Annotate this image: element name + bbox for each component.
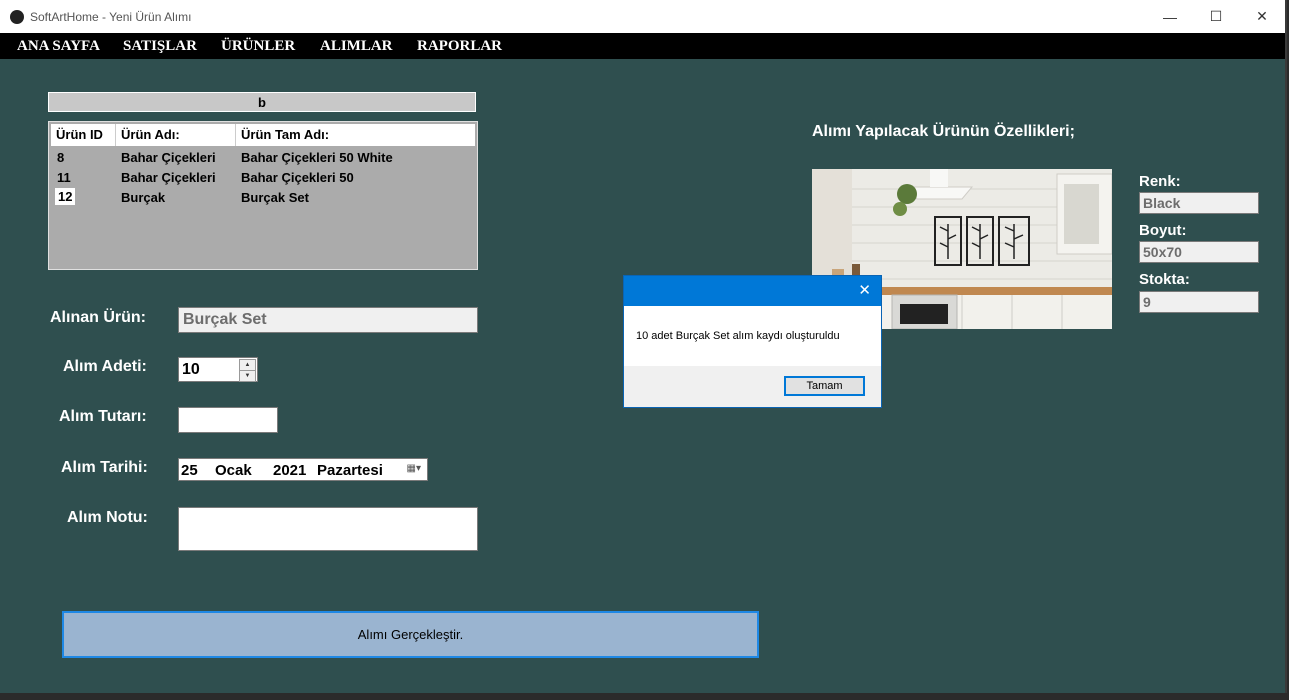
date-month: Ocak xyxy=(215,462,252,479)
product-field[interactable]: Burçak Set xyxy=(178,307,478,333)
date-picker[interactable]: 25 Ocak 2021 Pazartesi ▦▾ xyxy=(178,458,428,481)
cell-id: 11 xyxy=(57,170,71,185)
grid-caption: b xyxy=(48,92,476,112)
message-dialog: ✕ 10 adet Burçak Set alım kaydı oluşturu… xyxy=(623,275,882,408)
product-grid[interactable]: Ürün ID Ürün Adı: Ürün Tam Adı: 8 Bahar … xyxy=(48,121,478,270)
size-label: Boyut: xyxy=(1139,222,1187,239)
menu-satislar[interactable]: SATIŞLAR xyxy=(123,38,197,55)
maximize-button[interactable]: ☐ xyxy=(1193,0,1239,33)
cell-fullname: Bahar Çiçekleri 50 White xyxy=(241,150,393,165)
cell-name: Bahar Çiçekleri xyxy=(121,150,216,165)
table-row[interactable]: 12 Burçak Burçak Set xyxy=(51,188,475,208)
submit-purchase-button[interactable]: Alımı Gerçekleştir. xyxy=(62,611,759,658)
table-row[interactable]: 8 Bahar Çiçekleri Bahar Çiçekleri 50 Whi… xyxy=(51,148,475,168)
close-button[interactable]: ✕ xyxy=(1239,0,1285,33)
date-day: 25 xyxy=(181,462,198,479)
col-header-name[interactable]: Ürün Adı: xyxy=(121,127,180,142)
properties-title: Alımı Yapılacak Ürünün Özellikleri; xyxy=(812,123,1075,140)
dialog-ok-button[interactable]: Tamam xyxy=(784,376,865,396)
date-label: Alım Tarihi: xyxy=(61,459,148,476)
color-field[interactable]: Black xyxy=(1139,192,1259,214)
grid-header: Ürün ID Ürün Adı: Ürün Tam Adı: xyxy=(51,124,475,146)
stock-field[interactable]: 9 xyxy=(1139,291,1259,313)
menu-raporlar[interactable]: RAPORLAR xyxy=(417,38,502,55)
col-header-fullname[interactable]: Ürün Tam Adı: xyxy=(241,127,329,142)
cell-name: Burçak xyxy=(121,190,166,205)
app-logo-icon xyxy=(10,10,24,24)
menu-alimlar[interactable]: ALIMLAR xyxy=(320,38,393,55)
qty-label: Alım Adeti: xyxy=(63,358,147,375)
stock-label: Stokta: xyxy=(1139,271,1190,288)
qty-stepper[interactable]: 10 ▲ ▼ xyxy=(178,357,258,382)
date-weekday: Pazartesi xyxy=(317,462,383,479)
col-header-id[interactable]: Ürün ID xyxy=(56,127,103,142)
amount-input[interactable] xyxy=(178,407,278,433)
date-year: 2021 xyxy=(273,462,307,479)
menu-urunler[interactable]: ÜRÜNLER xyxy=(221,38,295,55)
product-label: Alınan Ürün: xyxy=(50,309,146,326)
window-title: SoftArtHome - Yeni Ürün Alımı xyxy=(30,10,192,24)
amount-label: Alım Tutarı: xyxy=(59,408,147,425)
note-textarea[interactable] xyxy=(178,507,478,551)
cell-fullname: Bahar Çiçekleri 50 xyxy=(241,170,354,185)
cell-id: 8 xyxy=(57,150,65,165)
minimize-button[interactable]: — xyxy=(1147,0,1193,33)
calendar-dropdown-icon[interactable]: ▦▾ xyxy=(407,463,421,474)
title-bar: SoftArtHome - Yeni Ürün Alımı — ☐ ✕ xyxy=(0,0,1285,33)
size-field[interactable]: 50x70 xyxy=(1139,241,1259,263)
menu-bar: ANA SAYFA SATIŞLAR ÜRÜNLER ALIMLAR RAPOR… xyxy=(0,33,1285,59)
cell-name: Bahar Çiçekleri xyxy=(121,170,216,185)
cell-id-selected: 12 xyxy=(55,188,76,205)
dialog-message: 10 adet Burçak Set alım kaydı oluşturuld… xyxy=(636,330,840,342)
note-label: Alım Notu: xyxy=(67,509,148,526)
cell-fullname: Burçak Set xyxy=(241,190,309,205)
menu-ana-sayfa[interactable]: ANA SAYFA xyxy=(17,38,100,55)
table-row[interactable]: 11 Bahar Çiçekleri Bahar Çiçekleri 50 xyxy=(51,168,475,188)
stepper-down-icon[interactable]: ▼ xyxy=(239,370,256,382)
main-window: SoftArtHome - Yeni Ürün Alımı — ☐ ✕ ANA … xyxy=(0,0,1287,693)
dialog-close-icon[interactable]: ✕ xyxy=(858,281,871,299)
dialog-body: 10 adet Burçak Set alım kaydı oluşturuld… xyxy=(624,306,881,366)
color-label: Renk: xyxy=(1139,173,1181,190)
qty-value: 10 xyxy=(182,361,200,378)
dialog-title-bar: ✕ xyxy=(624,276,881,306)
